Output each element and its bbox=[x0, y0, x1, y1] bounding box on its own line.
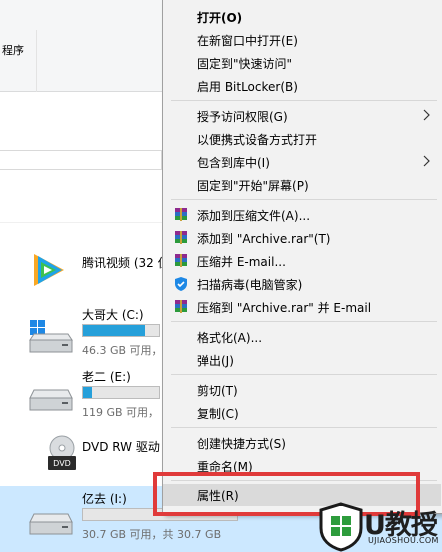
menu-item-label: 包含到库中(I) bbox=[197, 156, 270, 170]
app-item-tencent-video[interactable]: 腾讯视频 (32 位) bbox=[0, 250, 174, 294]
drive-info: 46.3 GB 可用， bbox=[82, 344, 163, 357]
drive-info: 30.7 GB 可用，共 30.7 GB bbox=[82, 528, 222, 541]
menu-item-eject[interactable]: 弹出(J) bbox=[163, 349, 441, 371]
drive-name: 老二 (E:) bbox=[82, 370, 131, 384]
menu-separator bbox=[171, 199, 437, 200]
menu-item-label: 在新窗口中打开(E) bbox=[197, 34, 298, 48]
ribbon-divider bbox=[36, 30, 37, 92]
drive-usage-bar bbox=[82, 324, 160, 337]
menu-item-compress-rar-email[interactable]: 压缩到 "Archive.rar" 并 E-mail bbox=[163, 296, 441, 318]
menu-item-label: 授予访问权限(G) bbox=[197, 110, 288, 124]
menu-item-label: 启用 BitLocker(B) bbox=[197, 80, 298, 94]
ribbon-label: 程序 bbox=[2, 44, 24, 57]
drive-item-e[interactable]: 老二 (E:) 119 GB 可用， bbox=[0, 368, 162, 424]
ribbon: 程序 bbox=[0, 0, 162, 92]
menu-item-portable-device[interactable]: 以便携式设备方式打开 bbox=[163, 128, 441, 150]
menu-item-bitlocker[interactable]: 启用 BitLocker(B) bbox=[163, 75, 441, 97]
menu-item-label: 固定到"快速访问" bbox=[197, 57, 293, 71]
menu-item-pin-quick-access[interactable]: 固定到"快速访问" bbox=[163, 52, 441, 74]
drive-name: DVD RW 驱动 bbox=[82, 440, 160, 454]
menu-item-pin-start[interactable]: 固定到"开始"屏幕(P) bbox=[163, 174, 441, 196]
menu-item-label: 剪切(T) bbox=[197, 384, 238, 398]
menu-separator bbox=[171, 321, 437, 322]
app-name: 腾讯视频 (32 位) bbox=[82, 256, 175, 270]
drive-name: 亿去 (I:) bbox=[82, 492, 127, 506]
tencent-video-icon bbox=[34, 254, 64, 286]
menu-item-label: 压缩并 E-mail... bbox=[197, 255, 286, 269]
menu-item-format[interactable]: 格式化(A)... bbox=[163, 326, 441, 348]
menu-separator bbox=[171, 427, 437, 428]
shield-logo-icon bbox=[319, 502, 363, 552]
menu-item-label: 复制(C) bbox=[197, 407, 239, 421]
winrar-icon bbox=[175, 208, 187, 221]
hard-drive-icon bbox=[29, 389, 73, 411]
windows-drive-icon bbox=[29, 320, 73, 353]
drive-item-c[interactable]: 大哥大 (C:) 46.3 GB 可用， bbox=[0, 306, 163, 362]
menu-item-include-library[interactable]: 包含到库中(I) bbox=[163, 151, 441, 173]
hard-drive-icon bbox=[29, 513, 73, 535]
menu-separator bbox=[171, 100, 437, 101]
watermark-logo: U教授 UJIAOSHOU.COM bbox=[318, 502, 442, 552]
menu-item-add-archive[interactable]: 添加到压缩文件(A)... bbox=[163, 204, 441, 226]
menu-item-label: 扫描病毒(电脑管家) bbox=[197, 278, 303, 292]
drive-item-i[interactable]: 亿去 (I:) 30.7 GB 可用，共 30.7 GB bbox=[0, 490, 238, 550]
chevron-right-icon bbox=[423, 109, 430, 121]
dvd-drive-icon: DVD bbox=[48, 435, 76, 470]
watermark-subtext: UJIAOSHOU.COM bbox=[368, 536, 439, 545]
menu-item-create-shortcut[interactable]: 创建快捷方式(S) bbox=[163, 432, 441, 454]
drive-item-dvd[interactable]: DVD DVD RW 驱动 bbox=[0, 434, 162, 478]
drive-usage-fill bbox=[83, 325, 146, 336]
menu-separator bbox=[171, 374, 437, 375]
menu-item-label: 添加到 "Archive.rar"(T) bbox=[197, 232, 331, 246]
chevron-right-icon bbox=[423, 155, 430, 167]
drive-usage-bar bbox=[82, 386, 160, 399]
svg-text:DVD: DVD bbox=[53, 459, 71, 468]
menu-item-label: 以便携式设备方式打开 bbox=[197, 133, 318, 147]
menu-item-add-archive-rar[interactable]: 添加到 "Archive.rar"(T) bbox=[163, 227, 441, 249]
winrar-icon bbox=[175, 231, 187, 244]
menu-item-compress-email[interactable]: 压缩并 E-mail... bbox=[163, 250, 441, 272]
menu-item-label: 打开(O) bbox=[197, 11, 243, 25]
menu-item-label: 添加到压缩文件(A)... bbox=[197, 209, 311, 223]
menu-item-open[interactable]: 打开(O) bbox=[163, 6, 441, 28]
winrar-icon bbox=[175, 254, 187, 267]
menu-item-cut[interactable]: 剪切(T) bbox=[163, 379, 441, 401]
context-menu: 打开(O) 在新窗口中打开(E) 固定到"快速访问" 启用 BitLocker(… bbox=[162, 0, 442, 514]
drive-usage-fill bbox=[83, 387, 93, 398]
menu-item-virus-scan[interactable]: 扫描病毒(电脑管家) bbox=[163, 273, 441, 295]
menu-item-label: 弹出(J) bbox=[197, 354, 234, 368]
menu-item-copy[interactable]: 复制(C) bbox=[163, 402, 441, 424]
menu-item-label: 格式化(A)... bbox=[197, 331, 263, 345]
winrar-icon bbox=[175, 300, 187, 313]
address-bar[interactable] bbox=[0, 150, 162, 170]
menu-item-open-new-window[interactable]: 在新窗口中打开(E) bbox=[163, 29, 441, 51]
shield-icon bbox=[175, 277, 187, 291]
drive-name: 大哥大 (C:) bbox=[82, 308, 144, 322]
menu-item-label: 固定到"开始"屏幕(P) bbox=[197, 179, 309, 193]
drive-info: 119 GB 可用， bbox=[82, 406, 160, 419]
divider bbox=[0, 222, 162, 223]
menu-item-grant-access[interactable]: 授予访问权限(G) bbox=[163, 105, 441, 127]
menu-item-label: 创建快捷方式(S) bbox=[197, 437, 286, 451]
menu-item-label: 压缩到 "Archive.rar" 并 E-mail bbox=[197, 301, 372, 315]
